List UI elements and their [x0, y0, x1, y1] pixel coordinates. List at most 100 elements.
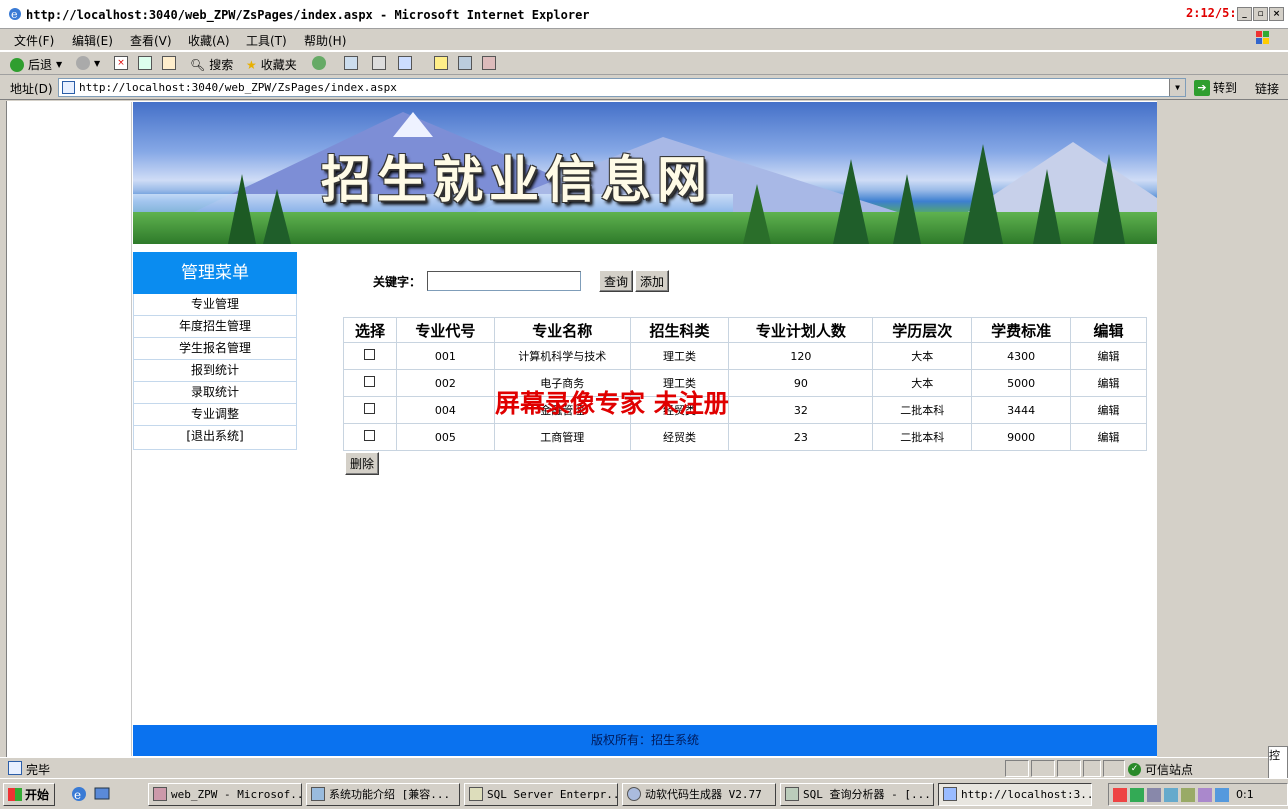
keyword-input[interactable]: [427, 271, 582, 291]
row-checkbox[interactable]: [364, 403, 376, 414]
cell-plan: 90: [728, 369, 874, 397]
check-icon: ✓: [1128, 763, 1141, 776]
tree-icon: [1033, 169, 1061, 244]
menu-item-annual-enrollment[interactable]: 年度招生管理: [133, 316, 297, 338]
tree-icon: [263, 189, 291, 244]
home-button[interactable]: [162, 56, 176, 70]
task-label: SQL Server Enterpr...: [487, 788, 618, 801]
chevron-down-icon[interactable]: ▼: [1169, 79, 1185, 96]
query-button[interactable]: 查询: [599, 270, 634, 292]
side-menu: 管理菜单 专业管理 年度招生管理 学生报名管理 报到统计 录取统计 专业调整 […: [133, 252, 297, 450]
task-word[interactable]: 系统功能介绍 [兼容...: [306, 783, 460, 806]
minimize-button[interactable]: _: [1237, 7, 1252, 21]
stop-button[interactable]: ×: [114, 56, 128, 70]
taskbar: 开始 e web_ZPW - Microsof... 系统功能介绍 [兼容...…: [0, 778, 1288, 809]
cell-name: 金融管理: [493, 396, 631, 424]
delete-button[interactable]: 删除: [345, 452, 380, 475]
close-button[interactable]: ×: [1269, 7, 1284, 21]
edit-link[interactable]: 编辑: [1070, 396, 1147, 424]
start-button[interactable]: 开始: [3, 783, 55, 806]
tray-icon[interactable]: [1181, 787, 1195, 802]
tree-icon: [228, 174, 256, 244]
menu-help[interactable]: 帮助(H): [304, 32, 346, 49]
messenger-button[interactable]: [458, 56, 472, 70]
menu-item-student-registration[interactable]: 学生报名管理: [133, 338, 297, 360]
row-checkbox[interactable]: [364, 376, 376, 387]
mail-button[interactable]: [344, 56, 358, 70]
cell-level: 二批本科: [872, 423, 973, 451]
sql-icon: [469, 787, 483, 801]
s-tray-icon[interactable]: [1113, 787, 1127, 802]
task-sql-enterprise[interactable]: SQL Server Enterpr...: [464, 783, 618, 806]
task-label: web_ZPW - Microsof...: [171, 788, 302, 801]
menu-edit[interactable]: 编辑(E): [72, 32, 113, 49]
row-checkbox[interactable]: [364, 349, 376, 360]
menu-tools[interactable]: 工具(T): [246, 32, 287, 49]
task-vs[interactable]: web_ZPW - Microsof...: [148, 783, 302, 806]
refresh-button[interactable]: [138, 56, 152, 70]
tray-icon[interactable]: [1164, 787, 1178, 802]
address-label: 地址(D): [10, 82, 53, 96]
menu-item-admission-stats[interactable]: 录取统计: [133, 382, 297, 404]
row-checkbox[interactable]: [364, 430, 376, 441]
status-segment: [1103, 760, 1125, 777]
chevron-down-icon: ▼: [94, 58, 101, 68]
window-title: http://localhost:3040/web_ZPW/ZsPages/in…: [26, 8, 590, 22]
favorites-button[interactable]: ★ 收藏夹: [246, 56, 297, 73]
task-codegen[interactable]: 动软代码生成器 V2.77: [622, 783, 776, 806]
menu-view[interactable]: 查看(V): [130, 32, 172, 49]
tray-icon[interactable]: [1215, 787, 1229, 802]
task-sql-analyzer[interactable]: SQL 查询分析器 - [...: [780, 783, 934, 806]
cell-code: 004: [395, 396, 495, 424]
side-menu-header: 管理菜单: [133, 252, 297, 294]
forward-button[interactable]: ▼: [76, 56, 100, 70]
address-url: http://localhost:3040/web_ZPW/ZsPages/in…: [79, 81, 397, 94]
ie-icon[interactable]: e: [70, 785, 88, 803]
discuss-button[interactable]: [434, 56, 448, 70]
tray-icon[interactable]: [1198, 787, 1212, 802]
page-divider: [131, 102, 132, 756]
table-row: 004 金融管理 经贸类 32 二批本科 3444 编辑: [343, 396, 1147, 424]
history-icon: [312, 56, 326, 70]
stop-icon: ×: [114, 56, 128, 70]
menu-item-checkin-stats[interactable]: 报到统计: [133, 360, 297, 382]
go-arrow-icon: ➔: [1194, 79, 1210, 96]
edit-page-button[interactable]: [398, 56, 412, 70]
menu-item-major-adjust[interactable]: 专业调整: [133, 404, 297, 426]
research-button[interactable]: [482, 56, 496, 70]
banner: 招生就业信息网: [133, 102, 1157, 244]
add-button[interactable]: 添加: [635, 270, 670, 292]
side-tab[interactable]: 控: [1268, 746, 1288, 780]
go-label: 转到: [1213, 81, 1238, 95]
network-tray-icon[interactable]: [1130, 787, 1144, 802]
research-icon: [482, 56, 496, 70]
clock-overlay: 2:12/5:5: [1186, 6, 1244, 20]
history-button[interactable]: [312, 56, 326, 70]
edit-link[interactable]: 编辑: [1070, 342, 1147, 370]
tray-icon[interactable]: [1147, 787, 1161, 802]
print-button[interactable]: [372, 56, 386, 70]
menu-item-major[interactable]: 专业管理: [133, 294, 297, 316]
search-button[interactable]: 🔍︎ 搜索: [190, 56, 233, 73]
note-icon: [434, 56, 448, 70]
search-bar: 关键字： 查询 添加: [373, 270, 670, 292]
col-category: 招生科类: [629, 317, 730, 343]
vs-icon: [153, 787, 167, 801]
tree-icon: [963, 144, 1003, 244]
links-button[interactable]: 链接: [1255, 80, 1279, 97]
restore-button[interactable]: ▫: [1253, 7, 1268, 21]
cell-fee: 5000: [971, 369, 1072, 397]
task-ie-active[interactable]: http://localhost:3...: [938, 783, 1092, 806]
edit-link[interactable]: 编辑: [1070, 423, 1147, 451]
address-input[interactable]: http://localhost:3040/web_ZPW/ZsPages/in…: [58, 78, 1186, 97]
menu-favorites[interactable]: 收藏(A): [188, 32, 230, 49]
menu-item-logout[interactable]: [退出系统]: [133, 426, 297, 450]
desktop-icon[interactable]: [93, 785, 111, 803]
go-button[interactable]: ➔ 转到: [1194, 79, 1237, 96]
col-plan: 专业计划人数: [728, 317, 874, 343]
edit-link[interactable]: 编辑: [1070, 369, 1147, 397]
keyword-label: 关键字：: [373, 274, 422, 289]
back-button[interactable]: 后退 ▼: [10, 56, 62, 73]
menu-file[interactable]: 文件(F): [14, 32, 54, 49]
task-label: http://localhost:3...: [961, 788, 1092, 801]
